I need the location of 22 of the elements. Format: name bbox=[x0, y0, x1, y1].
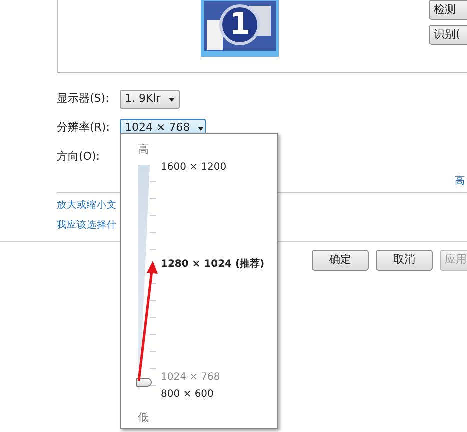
help-link[interactable]: 我应该选择什 bbox=[57, 219, 117, 234]
advanced-settings-link[interactable]: 高 bbox=[455, 174, 465, 189]
monitor-icon[interactable] bbox=[201, 0, 279, 57]
resolution-option[interactable]: 800 × 600 bbox=[161, 388, 265, 402]
dropdown[interactable]: 1. 9Klr bbox=[120, 90, 180, 109]
help-link[interactable]: 放大或缩小文 bbox=[57, 199, 117, 214]
slider-thumb[interactable] bbox=[136, 378, 152, 388]
slider-track[interactable] bbox=[136, 165, 156, 390]
field-label: 方向(O): bbox=[57, 149, 101, 166]
resolution-option[interactable]: 1280 × 1024 (推荐) bbox=[161, 258, 265, 272]
field-label: 分辨率(R): bbox=[57, 120, 111, 136]
field-label: 显示器(S): bbox=[57, 91, 110, 108]
display-button[interactable]: 识别( bbox=[429, 25, 467, 45]
display-button[interactable]: 检测 bbox=[429, 0, 467, 20]
display-number: 1 bbox=[229, 6, 251, 44]
dialog-button[interactable]: 取消 bbox=[376, 250, 433, 270]
low-label: 低 bbox=[138, 410, 150, 426]
resolution-option[interactable]: 1024 × 768 bbox=[161, 371, 265, 385]
caret-icon bbox=[168, 98, 175, 102]
high-label: 高 bbox=[138, 142, 150, 158]
resolution-option[interactable]: 1600 × 1200 bbox=[161, 161, 265, 175]
dialog-button[interactable]: 确定 bbox=[312, 250, 369, 270]
